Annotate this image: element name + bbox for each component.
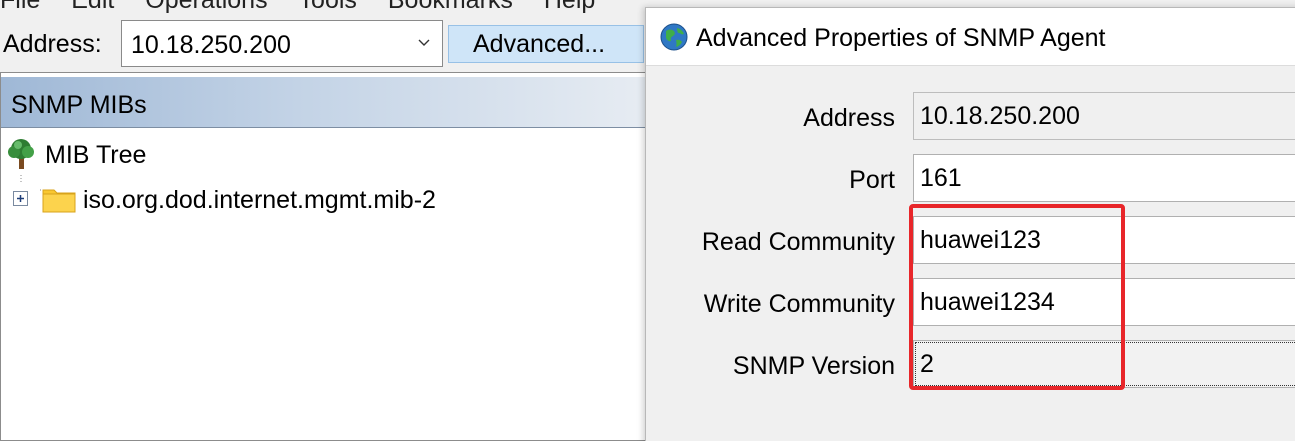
address-field: 10.18.250.200 bbox=[913, 92, 1295, 140]
menu-bar: File Edit Operations Tools Bookmarks Hel… bbox=[0, 0, 660, 14]
expand-plus-icon[interactable] bbox=[13, 191, 28, 206]
read-community-label: Read Community bbox=[701, 228, 895, 256]
tree-icon bbox=[8, 139, 34, 169]
address-field-label: Address bbox=[803, 104, 895, 132]
read-community-field[interactable]: huawei123 bbox=[913, 216, 1295, 264]
menu-bookmarks[interactable]: Bookmarks bbox=[388, 0, 513, 15]
address-combobox-value: 10.18.250.200 bbox=[131, 31, 291, 59]
menu-tools[interactable]: Tools bbox=[299, 0, 357, 15]
tree-root-label: MIB Tree bbox=[45, 141, 147, 169]
address-label: Address: bbox=[3, 30, 102, 58]
tree-node-label: iso.org.dod.internet.mgmt.mib-2 bbox=[83, 186, 436, 214]
folder-icon bbox=[42, 189, 76, 213]
mib-panel: SNMP MIBs MIB Tree iso.org.dod.internet.… bbox=[0, 72, 660, 441]
port-field-label: Port bbox=[849, 166, 895, 194]
menu-edit[interactable]: Edit bbox=[71, 0, 114, 15]
address-combobox[interactable]: 10.18.250.200 bbox=[121, 20, 443, 67]
globe-icon bbox=[660, 23, 688, 51]
write-community-field[interactable]: huawei1234 bbox=[913, 278, 1295, 326]
snmp-version-label: SNMP Version bbox=[732, 352, 895, 380]
advanced-properties-dialog: Advanced Properties of SNMP Agent Addres… bbox=[645, 7, 1295, 441]
address-toolbar: Address: 10.18.250.200 Advanced... bbox=[0, 18, 660, 72]
mib-panel-title: SNMP MIBs bbox=[11, 91, 147, 119]
port-field[interactable]: 161 bbox=[913, 154, 1295, 202]
chevron-down-icon[interactable] bbox=[418, 33, 430, 53]
menu-help[interactable]: Help bbox=[544, 0, 595, 15]
dialog-title: Advanced Properties of SNMP Agent bbox=[696, 24, 1106, 52]
advanced-button[interactable]: Advanced... bbox=[448, 25, 644, 63]
write-community-label: Write Community bbox=[703, 290, 895, 318]
snmp-version-select[interactable]: 2 bbox=[913, 340, 1295, 388]
menu-operations[interactable]: Operations bbox=[145, 0, 267, 15]
mib-panel-header: SNMP MIBs bbox=[1, 77, 659, 128]
menu-file[interactable]: File bbox=[0, 0, 40, 15]
dialog-titlebar[interactable]: Advanced Properties of SNMP Agent bbox=[646, 8, 1295, 66]
tree-node-mib-2[interactable]: iso.org.dod.internet.mgmt.mib-2 bbox=[9, 175, 609, 217]
